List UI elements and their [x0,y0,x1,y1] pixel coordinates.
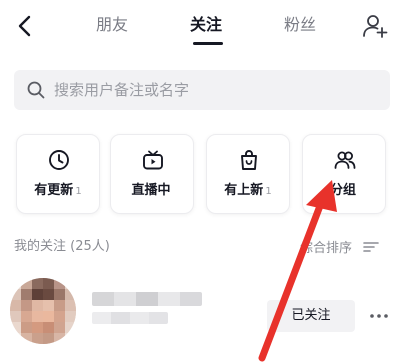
add-user-icon[interactable] [362,13,388,39]
tab-followers[interactable]: 粉丝 [284,13,316,37]
category-count: 1 [75,186,82,197]
username-blurred [92,292,202,306]
search-placeholder: 搜索用户备注或名字 [54,81,190,99]
avatar [10,278,76,344]
sort-button[interactable]: 综合排序 [300,237,379,257]
following-button[interactable]: 已关注 [267,300,355,332]
category-label: 直播中 [131,183,171,198]
category-label: 分组 [329,183,356,198]
user-bio-blurred [92,312,168,324]
category-live[interactable]: 直播中 [110,134,194,214]
top-bar: 朋友 关注 粉丝 [0,0,400,52]
category-groups[interactable]: 分组 [302,134,386,214]
category-label: 有更新 [34,183,74,198]
following-count-title: 我的关注 (25人) [14,239,110,254]
clock-icon [49,150,69,170]
list-item[interactable]: 已关注 [0,270,400,362]
shopping-bag-icon [241,150,257,170]
category-label: 有上新 [224,183,264,198]
category-count: 1 [265,186,272,197]
search-input[interactable]: 搜索用户备注或名字 [14,70,390,110]
sort-icon [363,241,379,252]
active-tab-indicator [193,42,223,45]
tab-following[interactable]: 关注 [190,13,222,37]
sort-label: 综合排序 [300,241,353,256]
chevron-left-icon[interactable] [12,13,38,39]
tab-friends[interactable]: 朋友 [96,13,128,37]
more-icon[interactable] [368,306,390,326]
tv-icon [143,150,163,170]
group-icon [334,151,356,169]
category-new-products[interactable]: 有上新 1 [206,134,290,214]
search-icon [27,81,45,99]
category-updates[interactable]: 有更新 1 [16,134,100,214]
